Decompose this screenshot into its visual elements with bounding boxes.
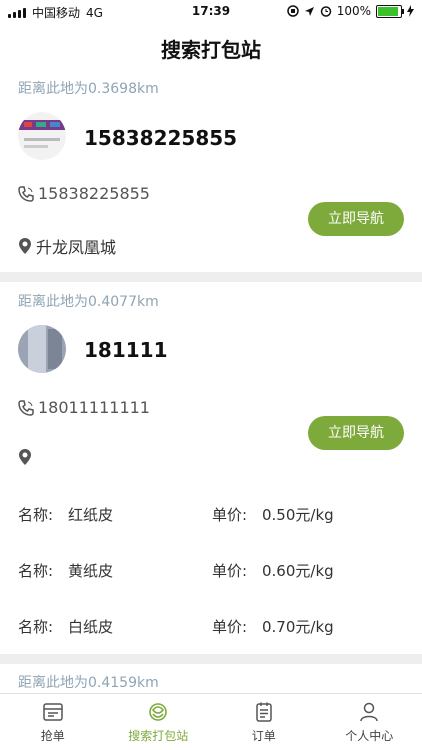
material-price: 0.70元/kg (262, 618, 334, 636)
station-card: 距离此地为0.4077km 181111 18011111111 立即导航 名称… (0, 282, 422, 652)
battery-icon (376, 4, 404, 18)
address-row (18, 448, 36, 466)
phone-number: 18011111111 (38, 398, 150, 417)
location-pin-icon (19, 238, 31, 254)
material-name: 黄纸皮 (68, 562, 114, 580)
tab-user-center[interactable]: 个人中心 (317, 694, 422, 750)
material-price-label: 单价: (212, 506, 248, 524)
distance-label: 距离此地为0.3698km (18, 81, 159, 97)
bottom-tab-bar: 抢单 搜索打包站 订单 个人中心 (0, 693, 422, 750)
user-center-icon (360, 702, 378, 721)
material-name-label: 名称: (18, 618, 54, 636)
phone-icon (18, 399, 34, 416)
distance-label: 距离此地为0.4159km (18, 675, 159, 691)
grab-order-icon (43, 702, 63, 721)
tab-label: 抢单 (40, 728, 65, 743)
divider (0, 272, 422, 282)
distance-label: 距离此地为0.4077km (18, 294, 159, 310)
tab-label: 订单 (251, 728, 276, 743)
tab-search-station[interactable]: 搜索打包站 (106, 694, 212, 750)
order-icon (256, 702, 272, 722)
material-price-label: 单价: (212, 618, 248, 636)
material-name: 红纸皮 (68, 506, 114, 524)
station-card: 距离此地为0.4159km (0, 664, 422, 694)
phone-row[interactable]: 15838225855 (18, 184, 150, 203)
search-station-icon (149, 702, 168, 721)
orientation-lock-icon (286, 5, 299, 17)
address-row: 升龙凤凰城 (18, 234, 116, 258)
tab-orders[interactable]: 订单 (211, 694, 317, 750)
navigate-button[interactable]: 立即导航 (308, 416, 404, 450)
phone-icon (18, 185, 34, 202)
avatar (18, 112, 66, 160)
station-card: 距离此地为0.3698km 15838225855 15838225855 立即… (0, 70, 422, 270)
navigate-button[interactable]: 立即导航 (308, 202, 404, 236)
material-price-label: 单价: (212, 562, 248, 580)
charging-icon (407, 5, 414, 17)
alarm-icon (320, 6, 331, 17)
tab-label: 搜索打包站 (128, 728, 189, 743)
phone-row[interactable]: 18011111111 (18, 398, 150, 417)
page-title: 搜索打包站 (161, 38, 261, 62)
tab-grab-order[interactable]: 抢单 (0, 694, 106, 750)
status-bar: 中国移动 4G 17:39 100% (0, 0, 422, 24)
material-price: 0.60元/kg (262, 562, 334, 580)
material-name: 白纸皮 (68, 618, 114, 636)
material-name-label: 名称: (18, 562, 54, 580)
material-name-label: 名称: (18, 506, 54, 524)
material-price: 0.50元/kg (262, 506, 334, 524)
location-arrow-icon (304, 6, 314, 16)
station-name: 181111 (84, 338, 168, 362)
phone-number: 15838225855 (38, 184, 150, 203)
avatar (18, 325, 66, 373)
divider (0, 654, 422, 664)
battery-percent: 100% (336, 4, 371, 18)
station-name: 15838225855 (84, 126, 238, 150)
location-pin-icon (19, 449, 31, 465)
address-text: 升龙凤凰城 (36, 238, 117, 257)
tab-label: 个人中心 (345, 728, 394, 743)
